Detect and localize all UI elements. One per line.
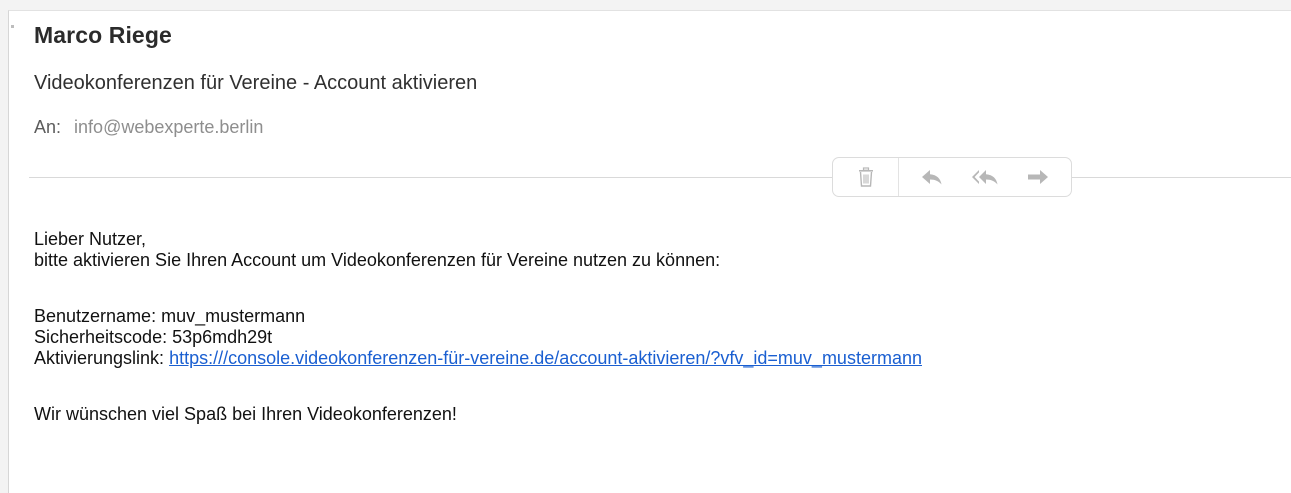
username-line: Benutzername: muv_mustermann bbox=[34, 306, 922, 327]
recipient-address[interactable]: info@webexperte.berlin bbox=[74, 117, 263, 137]
username-value: muv_mustermann bbox=[161, 306, 306, 326]
greeting-line: Lieber Nutzer, bbox=[34, 229, 147, 249]
security-code-value: 53p6mdh29t bbox=[172, 327, 273, 347]
closing-line: Wir wünschen viel Spaß bei Ihren Videoko… bbox=[34, 404, 457, 424]
forward-icon bbox=[1027, 169, 1049, 185]
reply-all-button[interactable] bbox=[957, 158, 1013, 196]
email-message-view: Marco Riege Videokonferenzen für Vereine… bbox=[8, 10, 1291, 493]
username-label: Benutzername: bbox=[34, 306, 157, 326]
reply-button[interactable] bbox=[907, 158, 957, 196]
security-code-label: Sicherheitscode: bbox=[34, 327, 168, 347]
sender-name: Marco Riege bbox=[34, 22, 172, 48]
activation-link-line: Aktivierungslink: https:///console.video… bbox=[34, 348, 922, 369]
recipient-row: An: info@webexperte.berlin bbox=[34, 117, 263, 138]
header-divider bbox=[29, 177, 1291, 178]
delete-button[interactable] bbox=[833, 158, 899, 196]
window-edge-mark bbox=[11, 25, 14, 28]
intro-line: bitte aktivieren Sie Ihren Account um Vi… bbox=[34, 250, 721, 270]
email-body: Lieber Nutzer, bitte aktivieren Sie Ihre… bbox=[34, 229, 922, 425]
trash-icon bbox=[858, 167, 874, 187]
recipient-label: An: bbox=[34, 117, 62, 137]
reply-icon bbox=[921, 169, 943, 185]
activation-link-label: Aktivierungslink: bbox=[34, 348, 165, 368]
activation-link[interactable]: https:///console.videokonferenzen-für-ve… bbox=[169, 348, 922, 368]
message-toolbar bbox=[832, 157, 1072, 197]
email-subject: Videokonferenzen für Vereine - Account a… bbox=[34, 72, 478, 94]
forward-button[interactable] bbox=[1013, 158, 1063, 196]
security-code-line: Sicherheitscode: 53p6mdh29t bbox=[34, 327, 922, 348]
reply-all-icon bbox=[971, 169, 999, 185]
